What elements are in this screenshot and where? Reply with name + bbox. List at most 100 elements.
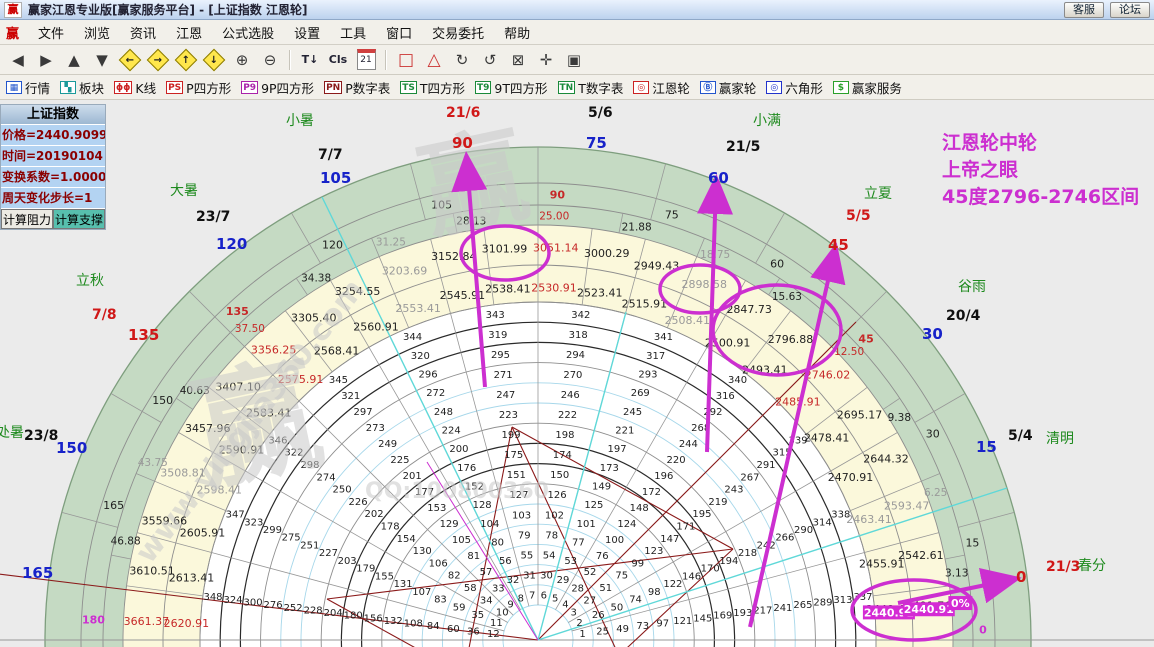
- screen-icon[interactable]: ▣: [562, 49, 586, 71]
- solar-term-label: 立秋: [76, 270, 104, 290]
- menu-item-2[interactable]: 资讯: [121, 21, 165, 44]
- svg-text:198: 198: [555, 430, 574, 441]
- svg-text:122: 122: [663, 579, 682, 590]
- svg-text:172: 172: [642, 487, 661, 498]
- menu-item-6[interactable]: 工具: [331, 21, 375, 44]
- view-winner-service[interactable]: $赢家服务: [833, 78, 902, 97]
- view-t-table[interactable]: TNT数字表: [558, 78, 624, 97]
- view-sectors[interactable]: ▚板块: [60, 78, 104, 97]
- back-icon[interactable]: ◀: [6, 49, 30, 71]
- svg-text:27: 27: [583, 595, 596, 606]
- pan-right-icon[interactable]: →: [146, 49, 170, 71]
- view-gann-wheel[interactable]: ◎江恩轮: [633, 78, 690, 97]
- menu-item-3[interactable]: 江恩: [167, 21, 211, 44]
- svg-text:130: 130: [413, 546, 432, 557]
- solar-term-label: 大暑: [170, 180, 198, 200]
- menu-item-9[interactable]: 帮助: [495, 21, 539, 44]
- svg-text:12: 12: [487, 629, 500, 640]
- view-p-table[interactable]: PNP数字表: [324, 78, 390, 97]
- close-label-icon[interactable]: Cls: [326, 49, 350, 71]
- svg-text:321: 321: [341, 391, 360, 402]
- pan-left-icon[interactable]: ←: [118, 49, 142, 71]
- svg-text:317: 317: [646, 351, 665, 362]
- forward-icon[interactable]: ▶: [34, 49, 58, 71]
- svg-text:2898.58: 2898.58: [682, 278, 728, 291]
- svg-text:52: 52: [584, 567, 597, 578]
- svg-text:2620.91: 2620.91: [164, 617, 210, 630]
- view-kline[interactable]: ϕϕK线: [114, 78, 156, 97]
- menu-item-1[interactable]: 浏览: [75, 21, 119, 44]
- toolbar-separator: [289, 50, 291, 70]
- calc-resistance-button[interactable]: 计算阻力: [1, 209, 53, 229]
- menu-item-0[interactable]: 文件: [29, 21, 73, 44]
- svg-text:25: 25: [596, 626, 609, 637]
- pan-down-icon[interactable]: ↓: [202, 49, 226, 71]
- svg-text:241: 241: [773, 603, 792, 614]
- svg-text:180: 180: [344, 611, 363, 622]
- up-icon[interactable]: ▲: [62, 49, 86, 71]
- svg-text:105: 105: [452, 535, 471, 546]
- pan-up-icon[interactable]: ↑: [174, 49, 198, 71]
- view-quotes-icon: ▦: [6, 81, 22, 94]
- solar-term-label: 春分: [1078, 555, 1106, 575]
- svg-text:82: 82: [448, 571, 461, 582]
- calendar-icon[interactable]: 21: [354, 49, 378, 71]
- menu-item-7[interactable]: 窗口: [377, 21, 421, 44]
- svg-text:37.50: 37.50: [235, 323, 265, 335]
- date-label-7-7: 7/7: [318, 147, 343, 163]
- rotate-ccw-icon[interactable]: ↺: [478, 49, 502, 71]
- customer-service-button[interactable]: 客服: [1064, 2, 1104, 18]
- triangle-tool-icon[interactable]: △: [422, 49, 446, 71]
- down-icon[interactable]: ▼: [90, 49, 114, 71]
- calc-support-button[interactable]: 计算支撑: [53, 209, 105, 229]
- svg-text:227: 227: [319, 548, 338, 559]
- svg-text:131: 131: [394, 579, 413, 590]
- svg-text:21.88: 21.88: [622, 222, 652, 234]
- rotate-cw-icon[interactable]: ↻: [450, 49, 474, 71]
- view-p-square[interactable]: PSP四方形: [166, 78, 231, 97]
- svg-text:15.63: 15.63: [772, 291, 802, 303]
- view-quotes[interactable]: ▦行情: [6, 78, 50, 97]
- svg-text:100: 100: [605, 535, 624, 546]
- select-box-icon[interactable]: ⊠: [506, 49, 530, 71]
- view-9p-square[interactable]: P99P四方形: [241, 78, 314, 97]
- svg-text:36: 36: [467, 626, 480, 637]
- time-axis-icon[interactable]: T↓: [298, 49, 322, 71]
- svg-text:320: 320: [411, 351, 430, 362]
- svg-text:2553.41: 2553.41: [395, 302, 441, 315]
- view-p-square-icon: PS: [166, 81, 183, 94]
- svg-text:90: 90: [550, 188, 566, 201]
- svg-text:2508.41: 2508.41: [665, 314, 711, 327]
- watermark: QQ:100800360: [365, 479, 549, 504]
- view-hexagon[interactable]: ◎六角形: [766, 78, 823, 97]
- svg-text:150: 150: [152, 394, 173, 407]
- zoom-in-icon[interactable]: ⊕: [230, 49, 254, 71]
- svg-text:80: 80: [491, 537, 504, 548]
- date-label-23-8: 23/8: [24, 428, 58, 444]
- svg-text:2746.02: 2746.02: [805, 369, 851, 382]
- svg-text:2478.41: 2478.41: [804, 432, 850, 445]
- menu-item-4[interactable]: 公式选股: [213, 21, 283, 44]
- menu-item-5[interactable]: 设置: [285, 21, 329, 44]
- svg-text:104: 104: [480, 519, 499, 530]
- svg-text:271: 271: [494, 370, 513, 381]
- square-tool-icon[interactable]: □: [394, 49, 418, 71]
- svg-text:222: 222: [558, 410, 577, 421]
- view-t-square[interactable]: TST四方形: [400, 78, 465, 97]
- degree-label-165: 165: [22, 564, 53, 582]
- center-icon[interactable]: ✛: [534, 49, 558, 71]
- svg-text:126: 126: [548, 490, 567, 501]
- view-9t-square[interactable]: T99T四方形: [475, 78, 548, 97]
- view-winner-wheel[interactable]: Ⓑ赢家轮: [700, 78, 757, 97]
- svg-text:316: 316: [716, 391, 735, 402]
- info-panel: 上证指数 价格=2440.9099时间=20190104变换系数=1.00000…: [0, 104, 106, 230]
- date-label-21-3: 21/3: [1046, 559, 1080, 575]
- svg-text:2463.41: 2463.41: [846, 513, 892, 526]
- svg-text:154: 154: [397, 534, 416, 545]
- zoom-out-icon[interactable]: ⊖: [258, 49, 282, 71]
- forum-button[interactable]: 论坛: [1110, 2, 1150, 18]
- svg-text:150: 150: [550, 470, 569, 481]
- svg-text:273: 273: [366, 423, 385, 434]
- date-label-5-4: 5/4: [1008, 428, 1033, 444]
- menu-item-8[interactable]: 交易委托: [423, 21, 493, 44]
